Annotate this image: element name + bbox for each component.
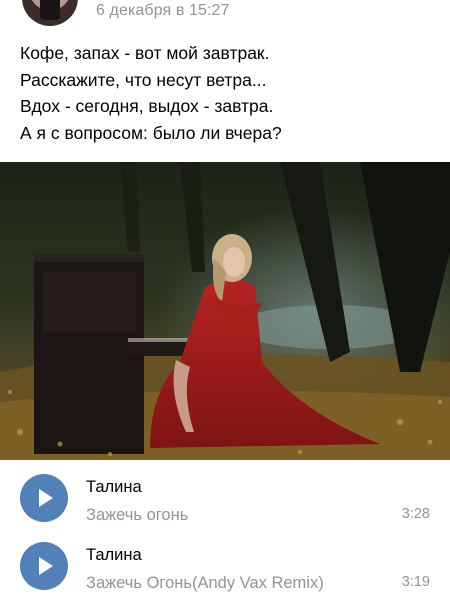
- audio-title: Зажечь Огонь(Andy Vax Remix): [86, 574, 324, 592]
- play-icon: [39, 557, 53, 575]
- audio-duration: 3:19: [401, 574, 430, 590]
- audio-title: Зажечь огонь: [86, 506, 189, 524]
- avatar-figure: [40, 0, 60, 20]
- audio-artist[interactable]: Талина: [86, 546, 142, 565]
- author-avatar[interactable]: [22, 0, 78, 26]
- post-header: 6 декабря в 15:27: [0, 0, 450, 36]
- photo-illustration: [0, 162, 450, 460]
- play-icon: [39, 489, 53, 507]
- post-text-line: А я с вопросом: было ли вчера?: [20, 122, 282, 143]
- play-button[interactable]: [20, 474, 68, 522]
- audio-artist[interactable]: Талина: [86, 478, 142, 497]
- post-text: Кофе, запах - вот мой завтрак. Расскажит…: [20, 40, 440, 146]
- post-text-line: Вдох - сегодня, выдох - завтра.: [20, 96, 274, 116]
- wall-post: 6 декабря в 15:27 Кофе, запах - вот мой …: [0, 0, 450, 604]
- play-button[interactable]: [20, 542, 68, 590]
- audio-list: Талина Зажечь огонь 3:28 Талина Зажечь О…: [0, 460, 450, 596]
- post-date[interactable]: 6 декабря в 15:27: [96, 2, 230, 20]
- audio-item[interactable]: Талина Зажечь Огонь(Andy Vax Remix) 3:19: [0, 528, 450, 596]
- post-text-line: Кофе, запах - вот мой завтрак.: [20, 43, 270, 63]
- audio-item[interactable]: Талина Зажечь огонь 3:28: [0, 460, 450, 528]
- post-text-line: Расскажите, что несут ветра...: [20, 69, 267, 90]
- audio-duration: 3:28: [401, 506, 430, 522]
- post-photo[interactable]: [0, 162, 450, 460]
